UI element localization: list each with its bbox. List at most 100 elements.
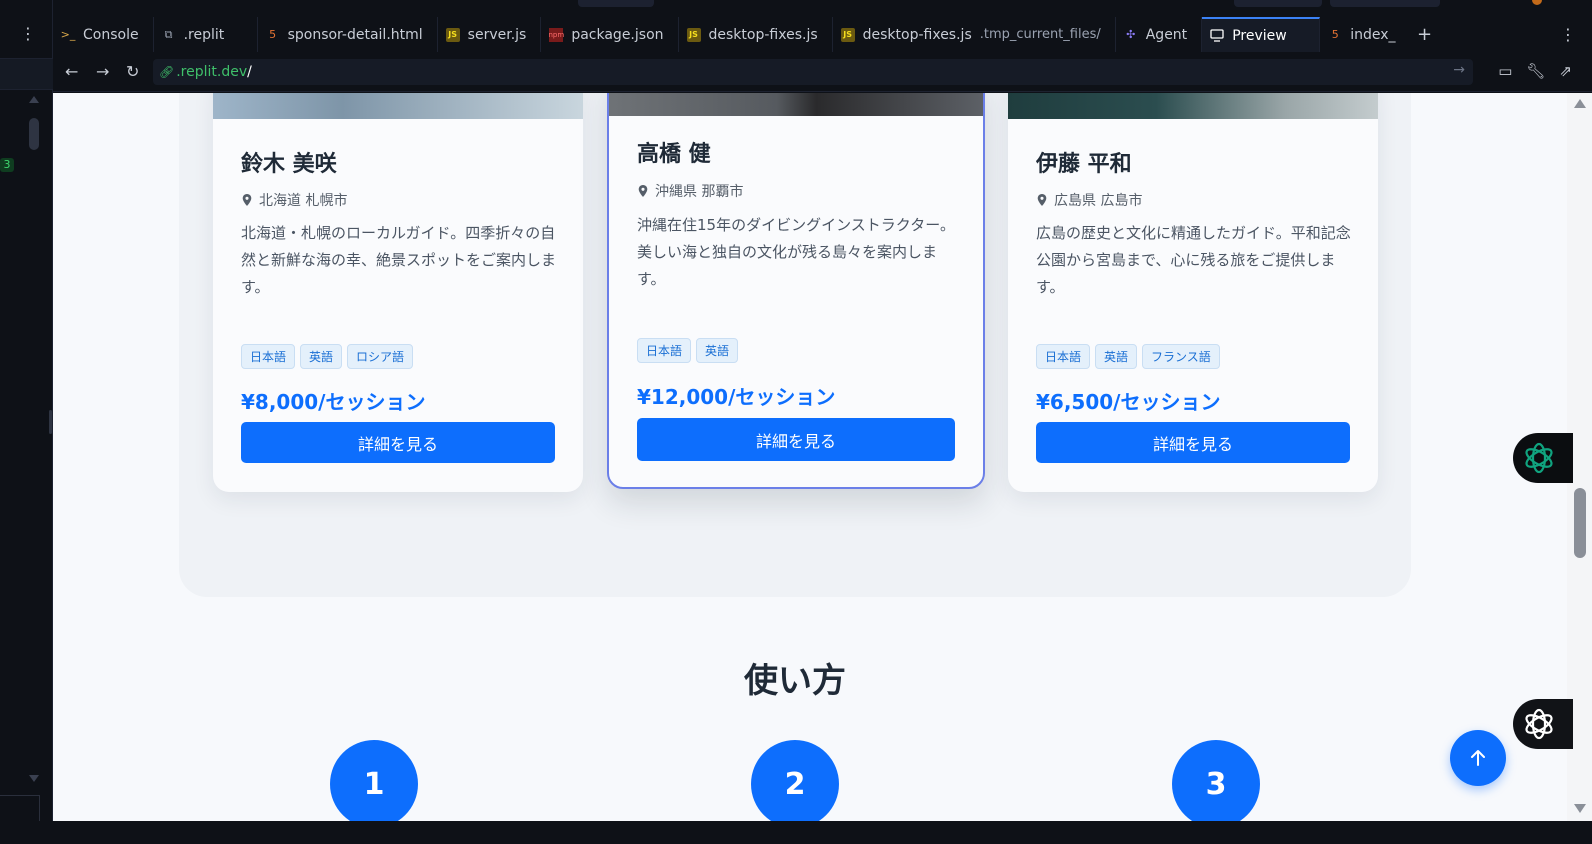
js-file-icon: JS — [686, 27, 701, 42]
top-control[interactable] — [1234, 0, 1322, 7]
guide-card: 伊藤 平和 広島県 広島市 広島の歴史と文化に精通したガイド。平和記念公園から宮… — [1008, 93, 1378, 492]
step-number-badge: 1 — [330, 740, 418, 821]
guide-price: ¥6,500/セッション — [1036, 390, 1221, 414]
more-menu-icon[interactable]: ⋮ — [20, 26, 36, 42]
tab-index[interactable]: 5 index_ — [1320, 17, 1409, 52]
tab-label: package.json — [571, 26, 664, 43]
language-tag: 日本語 — [241, 344, 296, 369]
scroll-to-top-button[interactable] — [1450, 730, 1506, 786]
sidebar-bottom-field[interactable] — [0, 795, 40, 823]
view-details-button[interactable]: 詳細を見る — [1036, 422, 1350, 463]
url-path: / — [247, 64, 252, 80]
top-control[interactable] — [578, 0, 654, 7]
tab-sponsor-detail[interactable]: 5 sponsor-detail.html — [258, 17, 438, 52]
guide-price: ¥12,000/セッション — [637, 385, 836, 409]
preview-viewport: 鈴木 美咲 北海道 札幌市 北海道・札幌のローカルガイド。四季折々の自然と新鮮な… — [53, 93, 1567, 821]
language-tags: 日本語 英語 — [637, 338, 739, 363]
scrollbar-thumb[interactable] — [1574, 488, 1586, 558]
map-pin-icon — [1037, 194, 1047, 206]
guide-name: 伊藤 平和 — [1036, 152, 1132, 177]
chatgpt-extension-button[interactable] — [1513, 433, 1573, 483]
status-bar — [0, 821, 1592, 844]
url-host: .replit.dev — [176, 64, 248, 80]
tab-preview[interactable]: Preview — [1202, 17, 1321, 52]
tab-replit[interactable]: ⧉ .replit — [154, 17, 258, 52]
tab-package-json[interactable]: npm package.json — [541, 17, 679, 52]
language-tag: 日本語 — [637, 338, 692, 363]
js-file-icon: JS — [840, 27, 855, 42]
forward-arrow-icon[interactable]: → — [96, 62, 109, 81]
guide-price: ¥8,000/セッション — [241, 390, 426, 414]
guide-location: 北海道 札幌市 — [241, 190, 347, 210]
tab-label: .replit — [183, 26, 225, 43]
tab-desktop-fixes-tmp[interactable]: JS desktop-fixes.js .tmp_current_files/ — [833, 17, 1116, 52]
guide-location-text: 沖縄県 那覇市 — [655, 184, 744, 200]
new-tab-plus-icon[interactable]: + — [1410, 17, 1440, 52]
openai-logo-icon — [1525, 708, 1553, 740]
openai-logo-icon — [1525, 442, 1553, 474]
npm-icon: npm — [548, 27, 564, 42]
language-tag: 日本語 — [1036, 344, 1091, 369]
js-file-icon: JS — [445, 27, 460, 42]
view-details-button[interactable]: 詳細を見る — [637, 418, 955, 461]
language-tag: 英語 — [300, 344, 343, 369]
step-number-badge: 2 — [751, 740, 839, 821]
monitor-icon — [1210, 29, 1224, 43]
tab-agent[interactable]: ✣ Agent — [1116, 17, 1203, 52]
tab-overflow-menu-icon[interactable]: ⋮ — [1560, 17, 1576, 52]
guide-photo — [609, 93, 983, 116]
sidebar-scroll-down-icon[interactable] — [29, 775, 39, 782]
language-tag: 英語 — [696, 338, 739, 363]
tab-console[interactable]: >_ Console — [53, 17, 154, 52]
guide-photo — [1008, 93, 1378, 119]
back-arrow-icon[interactable]: ← — [65, 62, 78, 81]
view-details-button[interactable]: 詳細を見る — [241, 422, 555, 463]
guide-location: 広島県 広島市 — [1036, 190, 1142, 210]
url-input[interactable]: 🔗︎ .replit.dev / → — [153, 59, 1473, 85]
reload-icon[interactable]: ↻ — [126, 62, 139, 81]
editor-tab-bar: >_ Console ⧉ .replit 5 sponsor-detail.ht… — [53, 17, 1592, 52]
replit-icon: ⧉ — [164, 27, 173, 41]
open-new-window-icon[interactable]: ⇗ — [1559, 62, 1572, 80]
tab-label: Console — [83, 26, 139, 43]
preview-actions: ▭ 🔧︎ ⇗ — [1498, 62, 1572, 80]
pane-resize-handle[interactable] — [49, 410, 52, 434]
language-tag: ロシア語 — [347, 344, 414, 369]
arrow-up-icon — [1471, 750, 1485, 766]
top-control[interactable] — [1330, 0, 1440, 7]
how-to-title: 使い方 — [744, 661, 846, 701]
chatgpt-secondary-button[interactable] — [1513, 699, 1573, 749]
tab-label: Preview — [1232, 27, 1287, 44]
language-tags: 日本語 英語 フランス語 — [1036, 344, 1220, 369]
language-tag: 英語 — [1095, 344, 1138, 369]
guide-name: 高橋 健 — [637, 142, 711, 167]
tab-label: desktop-fixes.js — [708, 26, 818, 43]
scroll-up-arrow-icon[interactable] — [1574, 99, 1586, 108]
devtools-wrench-icon[interactable]: 🔧︎ — [1526, 62, 1545, 80]
guide-location-text: 広島県 広島市 — [1054, 193, 1143, 209]
guide-description: 広島の歴史と文化に精通したガイド。平和記念公園から宮島まで、心に残る旅をご提供し… — [1036, 224, 1351, 296]
device-preview-icon[interactable]: ▭ — [1498, 62, 1512, 80]
preview-toolbar: ← → ↻ 🔗︎ .replit.dev / → ▭ 🔧︎ ⇗ — [53, 54, 1592, 92]
guide-description: 北海道・札幌のローカルガイド。四季折々の自然と新鮮な海の幸、絶景スポットをご案内… — [241, 224, 557, 296]
go-arrow-icon[interactable]: → — [1453, 62, 1465, 78]
tab-label: desktop-fixes.js — [862, 26, 972, 43]
html-file-icon: 5 — [269, 28, 277, 41]
tab-sublabel: .tmp_current_files/ — [979, 27, 1101, 42]
guide-card-highlighted: 高橋 健 沖縄県 那覇市 沖縄在住15年のダイビングインストラクター。美しい海と… — [607, 93, 985, 489]
tab-label: sponsor-detail.html — [287, 26, 423, 43]
replit-ide: ⋮ 3 >_ Console ⧉ .replit 5 sponsor-detai… — [0, 0, 1592, 844]
left-sidebar: ⋮ 3 — [0, 0, 53, 844]
guide-photo — [213, 93, 583, 119]
scroll-down-arrow-icon[interactable] — [1574, 804, 1586, 813]
guide-location: 沖縄県 那覇市 — [637, 181, 743, 201]
sidebar-scrollbar-thumb[interactable] — [29, 118, 39, 150]
sidebar-panel-row[interactable] — [0, 58, 53, 90]
map-pin-icon — [242, 194, 252, 206]
tab-desktop-fixes[interactable]: JS desktop-fixes.js — [679, 17, 833, 52]
step-number-badge: 3 — [1172, 740, 1260, 821]
tab-server-js[interactable]: JS server.js — [438, 17, 542, 52]
map-pin-icon — [638, 185, 648, 197]
language-tags: 日本語 英語 ロシア語 — [241, 344, 414, 369]
sidebar-scroll-up-icon[interactable] — [29, 96, 39, 103]
